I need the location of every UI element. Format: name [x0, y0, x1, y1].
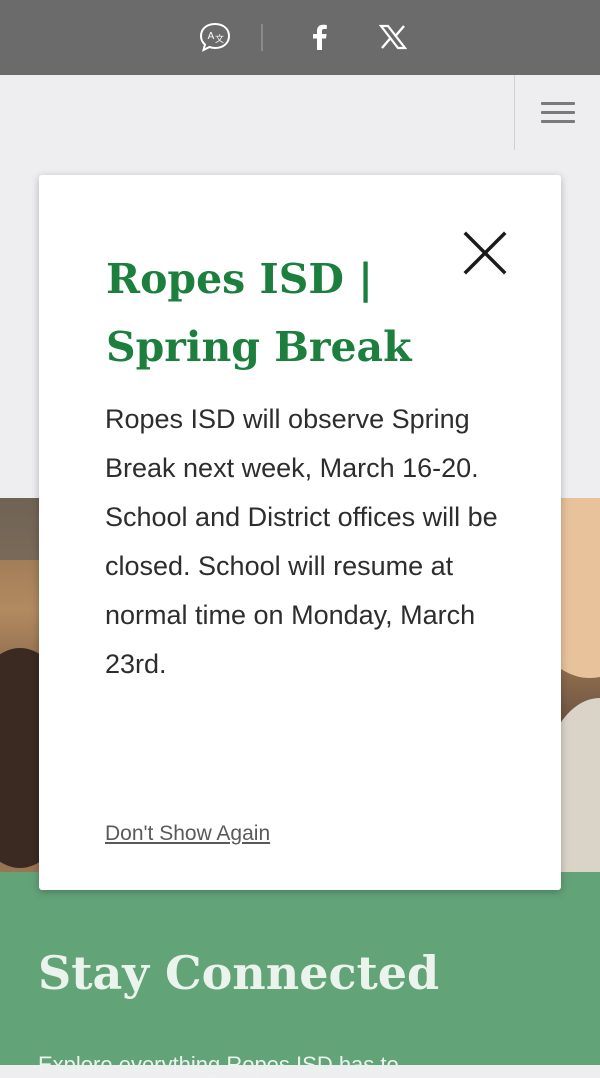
modal-title: Ropes ISD | Spring Break — [106, 255, 412, 371]
menu-bar — [540, 120, 575, 123]
svg-text:文: 文 — [215, 33, 224, 45]
divider — [261, 24, 263, 51]
close-icon[interactable] — [462, 230, 508, 276]
stay-connected-subtitle: Explore everything Ropes ISD has to — [38, 1052, 399, 1077]
translate-icon[interactable]: A 文 — [197, 19, 233, 55]
announcement-modal: Ropes ISD | Spring Break Ropes ISD will … — [39, 175, 561, 890]
site-header — [0, 75, 600, 150]
svg-text:A: A — [208, 31, 215, 42]
menu-bar — [540, 111, 575, 114]
x-icon[interactable] — [375, 19, 411, 55]
menu-bar — [540, 102, 575, 105]
facebook-icon[interactable] — [301, 19, 337, 55]
stay-connected-title: Stay Connected — [38, 946, 440, 1000]
modal-body: Ropes ISD will observe Spring Break next… — [105, 404, 498, 679]
dont-show-again-link[interactable]: Don't Show Again — [105, 822, 270, 846]
utility-bar: A 文 — [0, 0, 600, 75]
hamburger-menu-icon[interactable] — [514, 75, 600, 150]
